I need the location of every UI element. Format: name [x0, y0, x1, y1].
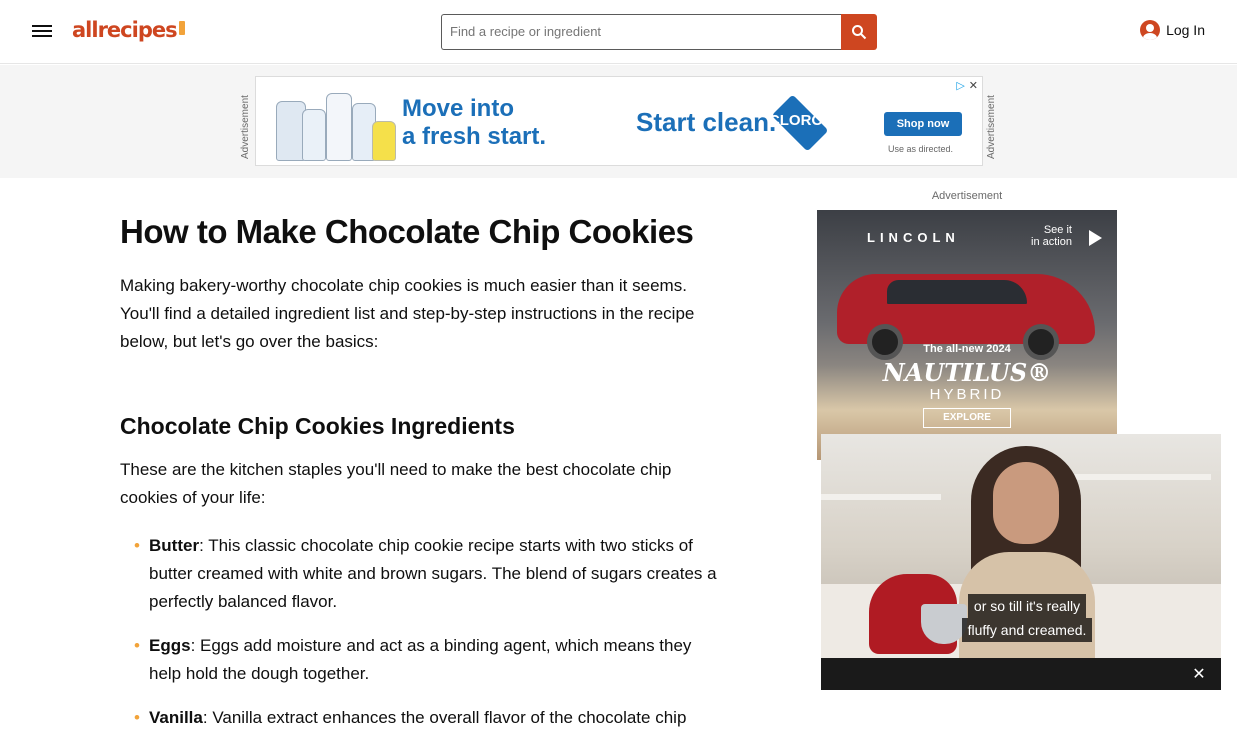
shop-now-button[interactable]: Shop now [884, 112, 962, 136]
clorox-brand: CLOROX [768, 112, 834, 129]
article-title: How to Make Chocolate Chip Cookies [120, 213, 694, 250]
see-it-line2: in action [1031, 236, 1072, 248]
list-item: Vanilla: Vanilla extract enhances the ov… [120, 704, 720, 732]
close-icon[interactable]: ✕ [1189, 664, 1209, 684]
ad-label-right: Advertisement [986, 95, 997, 159]
logo-text: allrecipes [72, 18, 178, 42]
ad-headline-line1: Move into [402, 95, 514, 122]
hamburger-menu-icon[interactable] [32, 22, 56, 42]
search-input[interactable] [441, 14, 841, 50]
see-it-in-action[interactable]: See it in action [1031, 224, 1072, 248]
car-window [887, 280, 1027, 304]
side-ad-label: Advertisement [931, 190, 1003, 202]
ad-label-left: Advertisement [240, 95, 251, 159]
explore-button[interactable]: EXPLORE [923, 408, 1011, 428]
search-button[interactable] [841, 14, 877, 50]
ad-disclaimer: Use as directed. [888, 144, 954, 154]
ad-cta-text: Start clean. [636, 107, 777, 137]
search-icon [852, 25, 867, 40]
ingredient-name: Vanilla [149, 708, 203, 727]
ad-model-name: NAUTILUS® [882, 358, 1052, 387]
allrecipes-logo[interactable]: allrecipes [72, 18, 185, 42]
ad-close-icon[interactable]: ✕ [969, 79, 978, 92]
ad-model-subtitle: HYBRID [929, 386, 1005, 403]
clorox-banner-ad[interactable]: Move into a fresh start. Start clean. CL… [255, 76, 983, 166]
ingredient-text: : Eggs add moisture and act as a binding… [149, 636, 692, 683]
video-frame: or so till it's really fluffy and creame… [821, 434, 1221, 662]
ad-choices[interactable]: ▷ ✕ [956, 79, 978, 92]
lincoln-brand: LINCOLN [867, 230, 960, 245]
see-it-line1: See it [1043, 224, 1072, 236]
logo-tag-icon [178, 21, 185, 35]
ingredient-text: : Vanilla extract enhances the overall f… [202, 708, 687, 727]
section-title: Chocolate Chip Cookies Ingredients [120, 413, 515, 439]
list-item: Eggs: Eggs add moisture and act as a bin… [120, 632, 720, 688]
ingredient-name: Eggs [149, 636, 191, 655]
ingredient-text: : This classic chocolate chip cookie rec… [149, 536, 717, 611]
product-bottles-image [276, 85, 396, 161]
section-intro: These are the kitchen staples you'll nee… [120, 460, 672, 507]
caption-line1: or so till it's really [967, 594, 1087, 618]
video-control-bar: ✕ [821, 658, 1221, 690]
article-intro: Making bakery-worthy chocolate chip cook… [120, 276, 695, 351]
adchoices-play-icon[interactable]: ▷ [956, 79, 964, 92]
video-caption: or so till it's really fluffy and creame… [947, 594, 1107, 642]
lincoln-side-ad[interactable]: LINCOLN See it in action The all-new 202… [817, 210, 1117, 460]
list-item: Butter: This classic chocolate chip cook… [120, 532, 720, 616]
video-player[interactable]: or so till it's really fluffy and creame… [821, 434, 1221, 690]
ingredient-name: Butter [149, 536, 200, 555]
login-label: Log In [1166, 22, 1205, 38]
user-account-icon [1140, 20, 1161, 40]
ad-headline: Move into a fresh start. [402, 95, 546, 151]
play-icon[interactable] [1089, 230, 1102, 246]
site-header: allrecipes Log In [0, 0, 1237, 64]
ad-tagline: The all-new 2024 [923, 343, 1011, 355]
ad-headline-line2: a fresh start. [402, 123, 547, 150]
article-content: How to Make Chocolate Chip Cookies Makin… [120, 210, 720, 748]
login-button[interactable]: Log In [1140, 20, 1205, 40]
ingredient-list: Butter: This classic chocolate chip cook… [120, 532, 720, 732]
caption-line2: fluffy and creamed. [961, 618, 1093, 642]
